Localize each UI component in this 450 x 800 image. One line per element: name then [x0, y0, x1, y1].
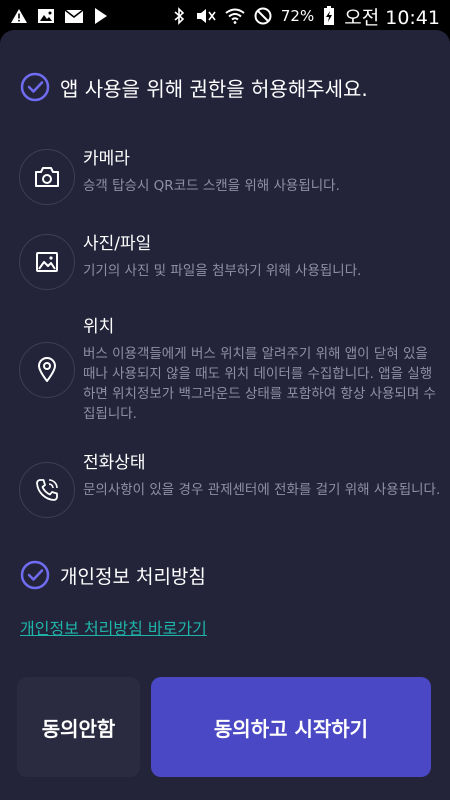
check-circle-icon — [20, 560, 50, 590]
status-bar: 72% 오전 10:41 — [0, 0, 450, 32]
wifi-icon — [225, 8, 245, 24]
phone-icon — [19, 462, 75, 518]
permission-title: 사진/파일 — [83, 234, 152, 254]
privacy-section: 개인정보 처리방침 — [20, 560, 206, 590]
permission-description: 버스 이용객들에게 버스 위치를 알려주기 위해 앱이 닫혀 있을 때나 사용되… — [83, 346, 436, 422]
decline-button[interactable]: 동의안함 — [17, 677, 140, 777]
location-pin-icon — [19, 342, 75, 398]
permission-item-files: 사진/파일 기기의 사진 및 파일을 첨부하기 위해 사용됩니다. — [19, 233, 443, 290]
do-not-disturb-icon — [254, 7, 272, 25]
mail-icon — [64, 8, 84, 24]
battery-charging-icon — [323, 6, 335, 26]
permission-title: 위치 — [83, 317, 115, 337]
permission-description: 문의사항이 있을 경우 관제센터에 전화를 걸기 위해 사용됩니다. — [83, 482, 441, 498]
check-circle-icon — [20, 72, 50, 102]
gallery-icon — [37, 8, 55, 24]
bluetooth-icon — [173, 7, 185, 25]
permission-item-phone: 전화상태 문의사항이 있을 경우 관제센터에 전화를 걸기 위해 사용됩니다. — [19, 452, 443, 518]
permission-title: 전화상태 — [83, 453, 146, 473]
permission-title: 카메라 — [83, 149, 130, 169]
play-store-icon — [93, 7, 109, 25]
accept-and-start-button[interactable]: 동의하고 시작하기 — [151, 677, 431, 777]
permission-description: 승객 탑승시 QR코드 스캔을 위해 사용됩니다. — [83, 178, 340, 194]
permission-item-location: 위치 버스 이용객들에게 버스 위치를 알려주기 위해 앱이 닫혀 있을 때나 … — [19, 316, 443, 424]
permission-header: 앱 사용을 위해 권한을 허용해주세요. — [20, 72, 368, 102]
clock: 오전 10:41 — [344, 6, 440, 29]
camera-icon — [19, 149, 75, 205]
privacy-policy-link[interactable]: 개인정보 처리방침 바로가기 — [20, 615, 207, 639]
mute-icon — [194, 7, 216, 25]
permission-description: 기기의 사진 및 파일을 첨부하기 위해 사용됩니다. — [83, 263, 362, 279]
permission-item-camera: 카메라 승객 탑승시 QR코드 스캔을 위해 사용됩니다. — [19, 148, 443, 205]
page-title: 앱 사용을 위해 권한을 허용해주세요. — [60, 76, 368, 101]
image-icon — [19, 234, 75, 290]
battery-percent: 72% — [280, 7, 315, 25]
privacy-title: 개인정보 처리방침 — [60, 565, 206, 588]
warning-icon — [10, 8, 28, 24]
